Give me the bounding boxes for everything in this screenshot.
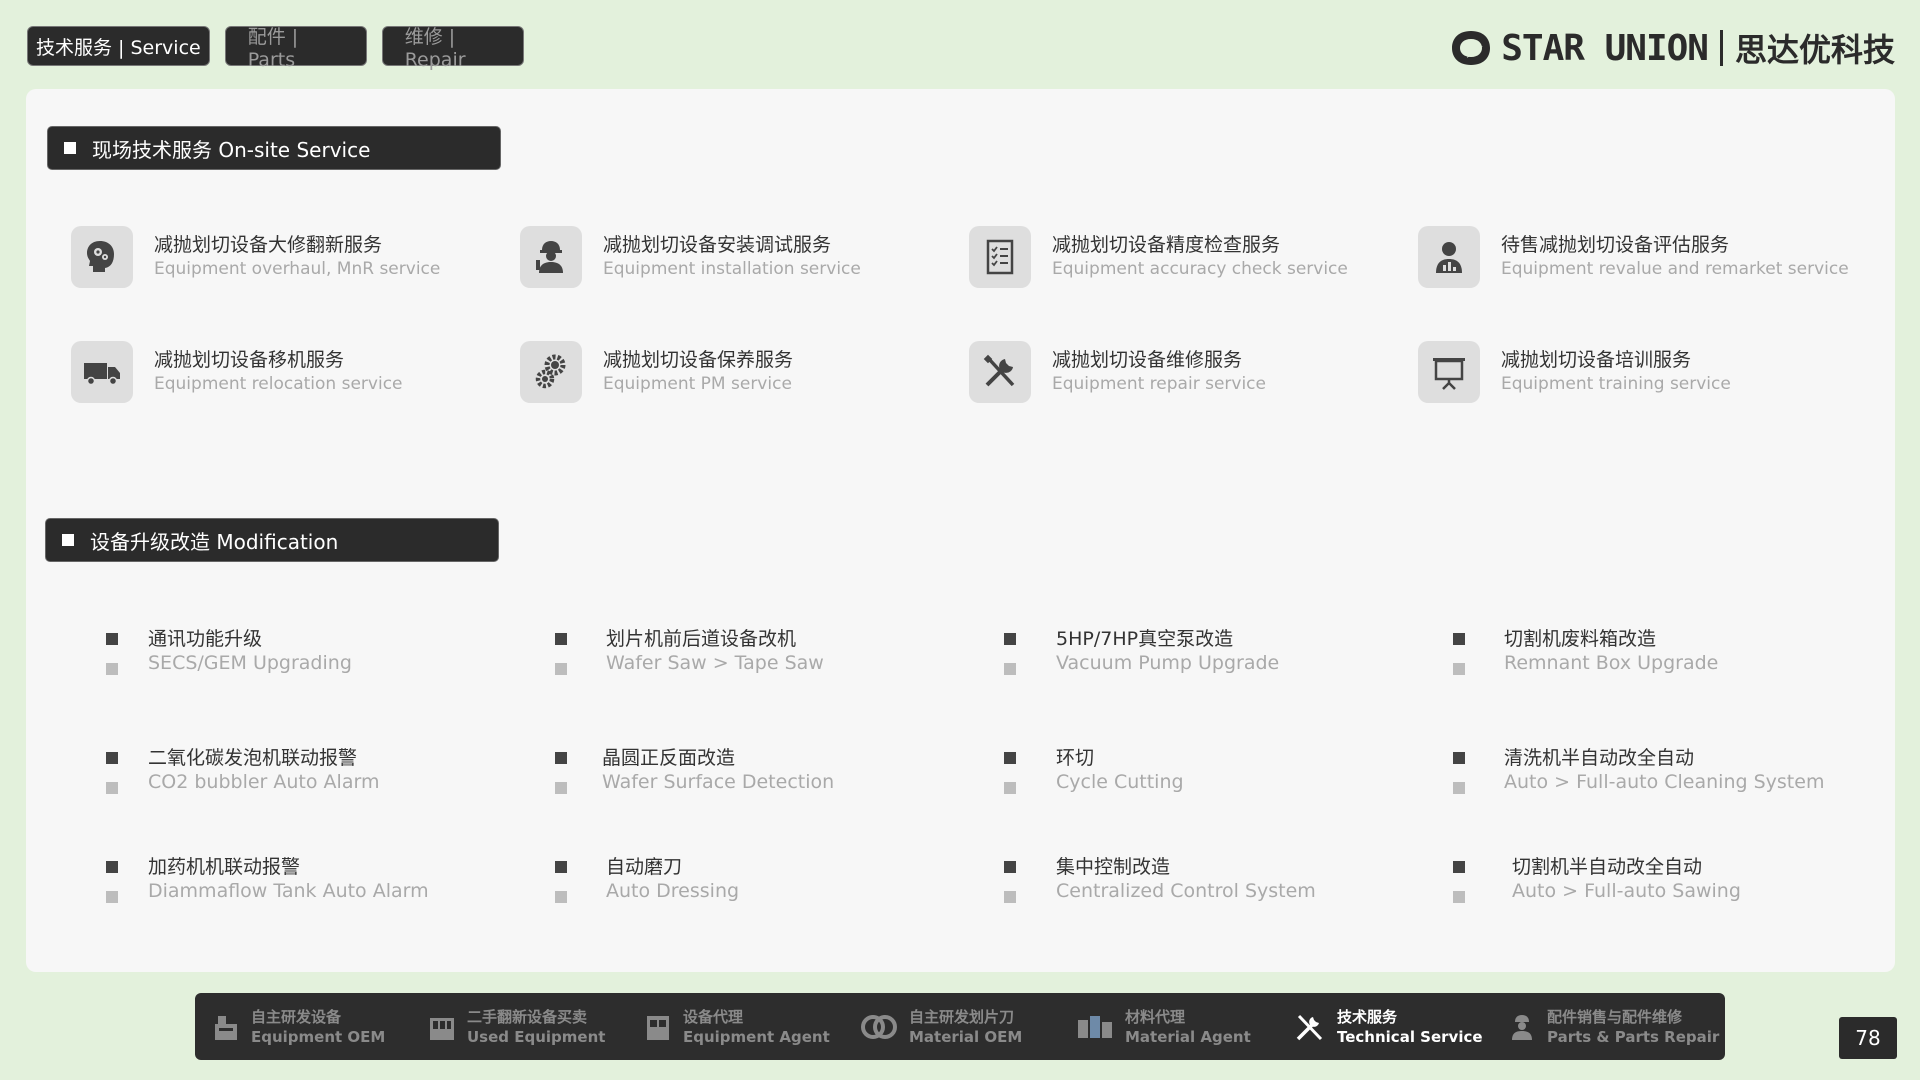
service-title-en: Equipment training service — [1501, 374, 1731, 394]
service-item: 减抛划切设备大修翻新服务 Equipment overhaul, MnR ser… — [71, 226, 440, 288]
square-bullet-icon — [1453, 633, 1465, 645]
service-item: 减抛划切设备安装调试服务 Equipment installation serv… — [520, 226, 861, 288]
square-bullet-icon — [555, 861, 567, 873]
brand-name: STAR UNION — [1501, 27, 1709, 69]
service-title-cn: 减抛划切设备移机服务 — [154, 349, 345, 371]
square-bullet-icon — [62, 534, 74, 546]
nav-material-oem[interactable]: 自主研发划片刀 Material OEM — [859, 1007, 1075, 1047]
modification-item: 晶圆正反面改造 Wafer Surface Detection — [555, 746, 834, 806]
square-bullet-icon — [106, 633, 118, 645]
material-icon — [1075, 1010, 1115, 1044]
modification-item: 集中控制改造 Centralized Control System — [1004, 855, 1316, 915]
checklist-icon — [969, 226, 1031, 288]
modification-item: 切割机废料箱改造 Remnant Box Upgrade — [1453, 627, 1718, 687]
worker-icon — [1507, 1010, 1537, 1044]
square-bullet-icon — [64, 142, 76, 154]
service-title-cn: 减抛划切设备安装调试服务 — [603, 234, 832, 256]
service-title-cn: 减抛划切设备维修服务 — [1052, 349, 1243, 371]
service-item: 减抛划切设备保养服务 Equipment PM service — [520, 341, 793, 403]
service-title-en: Equipment revalue and remarket service — [1501, 259, 1849, 279]
star-union-logo-icon — [1452, 31, 1491, 65]
service-title-cn: 待售减抛划切设备评估服务 — [1501, 234, 1730, 256]
used-equipment-icon — [427, 1010, 457, 1044]
tab-service[interactable]: 技术服务 | Service — [27, 26, 210, 66]
nav-equipment-oem[interactable]: 自主研发设备 Equipment OEM — [211, 1007, 427, 1047]
modification-item: 切割机半自动改全自动 Auto > Full-auto Sawing — [1453, 855, 1741, 915]
square-bullet-icon — [106, 891, 118, 903]
service-title-cn: 减抛划切设备大修翻新服务 — [154, 234, 383, 256]
square-bullet-icon — [1453, 891, 1465, 903]
square-bullet-icon — [555, 752, 567, 764]
truck-icon — [71, 341, 133, 403]
brand-logo-area: STAR UNION 思达优科技 — [1449, 25, 1895, 71]
bottom-nav-bar: 自主研发设备 Equipment OEM 二手翻新设备买卖 Used Equipme… — [195, 993, 1725, 1060]
square-bullet-icon — [106, 663, 118, 675]
top-tab-bar: 技术服务 | Service 配件 | Parts 维修 | Repair — [27, 26, 524, 71]
tab-repair[interactable]: 维修 | Repair — [381, 26, 524, 71]
presentation-icon — [1418, 341, 1480, 403]
modification-item: 通讯功能升级 SECS/GEM Upgrading — [106, 627, 352, 687]
person-chart-icon — [1418, 226, 1480, 288]
square-bullet-icon — [1004, 782, 1016, 794]
section-title-onsite: 现场技术服务 On-site Service — [47, 126, 501, 170]
square-bullet-icon — [1004, 891, 1016, 903]
square-bullet-icon — [555, 663, 567, 675]
square-bullet-icon — [555, 633, 567, 645]
engineer-icon — [520, 226, 582, 288]
tools-icon — [969, 341, 1031, 403]
page-number: 78 — [1839, 1017, 1897, 1059]
brand-name-cn: 思达优科技 — [1734, 31, 1895, 69]
service-title-en: Equipment repair service — [1052, 374, 1266, 394]
service-title-en: Equipment relocation service — [154, 374, 403, 394]
square-bullet-icon — [1004, 752, 1016, 764]
service-title-cn: 减抛划切设备精度检查服务 — [1052, 234, 1281, 256]
square-bullet-icon — [1453, 782, 1465, 794]
nav-used-equipment[interactable]: 二手翻新设备买卖 Used Equipment — [427, 1007, 643, 1047]
modification-item: 自动磨刀 Auto Dressing — [555, 855, 739, 915]
square-bullet-icon — [1004, 663, 1016, 675]
tools-icon — [1291, 1010, 1327, 1044]
square-bullet-icon — [1004, 633, 1016, 645]
nav-equipment-agent[interactable]: 设备代理 Equipment Agent — [643, 1007, 859, 1047]
service-item: 待售减抛划切设备评估服务 Equipment revalue and remar… — [1418, 226, 1849, 288]
nav-parts-repair[interactable]: 配件销售与配件维修 Parts & Parts Repair — [1507, 1007, 1723, 1047]
service-title-cn: 减抛划切设备培训服务 — [1501, 349, 1692, 371]
modification-item: 二氧化碳发泡机联动报警 CO2 bubbler Auto Alarm — [106, 746, 379, 806]
square-bullet-icon — [106, 752, 118, 764]
service-title-en: Equipment overhaul, MnR service — [154, 259, 441, 279]
nav-material-agent[interactable]: 材料代理 Material Agent — [1075, 1007, 1291, 1047]
equipment-icon — [211, 1010, 241, 1044]
agent-icon — [643, 1010, 673, 1044]
square-bullet-icon — [1453, 752, 1465, 764]
modification-item: 划片机前后道设备改机 Wafer Saw > Tape Saw — [555, 627, 824, 687]
main-panel: 现场技术服务 On-site Service 减抛划切设备大修翻新服务 Equi… — [26, 89, 1895, 972]
brand-divider — [1719, 30, 1723, 66]
service-title-en: Equipment PM service — [603, 374, 792, 394]
gears-icon — [520, 341, 582, 403]
service-title-cn: 减抛划切设备保养服务 — [603, 349, 794, 371]
service-item: 减抛划切设备精度检查服务 Equipment accuracy check se… — [969, 226, 1348, 288]
square-bullet-icon — [1004, 861, 1016, 873]
modification-item: 5HP/7HP真空泵改造 Vacuum Pump Upgrade — [1004, 627, 1279, 687]
square-bullet-icon — [106, 782, 118, 794]
head-gears-icon — [71, 226, 133, 288]
square-bullet-icon — [555, 891, 567, 903]
service-title-en: Equipment accuracy check service — [1052, 259, 1348, 279]
tab-parts[interactable]: 配件 | Parts — [224, 26, 367, 71]
service-title-en: Equipment installation service — [603, 259, 861, 279]
section-title-modification: 设备升级改造 Modification — [45, 518, 499, 562]
nav-technical-service[interactable]: 技术服务 Technical Service — [1291, 1007, 1507, 1047]
modification-item: 环切 Cycle Cutting — [1004, 746, 1184, 806]
modification-item: 清洗机半自动改全自动 Auto > Full-auto Cleaning Syst… — [1453, 746, 1824, 806]
service-item: 减抛划切设备培训服务 Equipment training service — [1418, 341, 1731, 403]
square-bullet-icon — [1453, 861, 1465, 873]
square-bullet-icon — [106, 861, 118, 873]
modification-item: 加药机机联动报警 Diammaflow Tank Auto Alarm — [106, 855, 429, 915]
blade-icon — [859, 1010, 899, 1044]
square-bullet-icon — [1453, 663, 1465, 675]
service-item: 减抛划切设备移机服务 Equipment relocation service — [71, 341, 403, 403]
service-item: 减抛划切设备维修服务 Equipment repair service — [969, 341, 1266, 403]
square-bullet-icon — [555, 782, 567, 794]
